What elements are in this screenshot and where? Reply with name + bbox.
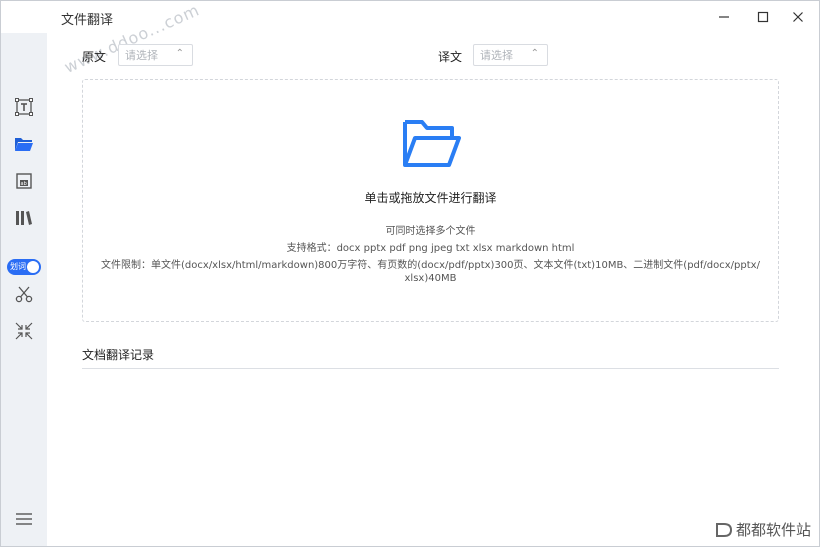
brand-text: 都都软件站 <box>735 521 811 539</box>
source-language-label: 原文 <box>82 50 107 64</box>
target-language-select[interactable]: 请选择 ⌃ <box>473 44 548 66</box>
maximize-button[interactable] <box>746 5 780 29</box>
sidebar-item-library[interactable] <box>12 206 36 230</box>
text-translate-icon <box>15 98 33 116</box>
drop-zone-title: 单击或拖放文件进行翻译 <box>364 191 497 205</box>
library-icon <box>16 211 32 225</box>
toggle-label: 划词 <box>10 262 26 271</box>
chevron-up-icon: ⌃ <box>175 48 184 59</box>
source-language-select[interactable]: 请选择 ⌃ <box>118 44 193 66</box>
sidebar-item-screenshot[interactable] <box>12 282 36 306</box>
brand-logo: 都都软件站 <box>715 519 811 540</box>
sidebar-item-text-translate[interactable] <box>12 95 36 119</box>
sidebar-menu-button[interactable] <box>12 507 36 531</box>
svg-text:ab: ab <box>21 181 27 187</box>
app-window: 文件翻译 ab 划词 www.ddoo...com 原文 请选择 ⌃ 译文 请选… <box>0 0 820 547</box>
drop-zone-hint-limits-cont: xlsx)40MB <box>404 273 457 284</box>
window-title: 文件翻译 <box>61 13 114 28</box>
minimize-button[interactable] <box>707 5 741 29</box>
menu-icon <box>16 513 32 525</box>
drop-zone-hint-formats: 支持格式：docx pptx pdf png jpeg txt xlsx mar… <box>286 243 575 254</box>
toggle-knob <box>27 261 39 273</box>
target-language-placeholder: 请选择 <box>480 49 513 62</box>
file-drop-zone[interactable]: 单击或拖放文件进行翻译 可同时选择多个文件 支持格式：docx pptx pdf… <box>82 79 779 322</box>
folder-icon <box>15 138 33 151</box>
sidebar: ab 划词 <box>1 33 47 546</box>
brand-d-icon <box>715 522 732 537</box>
sidebar-item-shrink[interactable] <box>12 319 36 343</box>
chevron-up-icon: ⌃ <box>530 48 539 59</box>
title-bar: 文件翻译 <box>1 1 819 33</box>
drop-zone-hint-multiple: 可同时选择多个文件 <box>385 226 476 237</box>
history-divider <box>82 368 779 369</box>
shrink-icon <box>15 322 33 340</box>
sidebar-item-file-translate[interactable] <box>12 132 36 156</box>
target-language-label: 译文 <box>438 50 463 64</box>
source-language-placeholder: 请选择 <box>125 49 158 62</box>
image-translate-icon: ab <box>16 173 32 189</box>
sidebar-item-image-translate[interactable]: ab <box>12 169 36 193</box>
drop-zone-hint-limits: 文件限制：单文件(docx/xlsx/html/markdown)800万字符、… <box>101 260 760 271</box>
maximize-icon <box>757 11 769 23</box>
close-button[interactable] <box>781 5 815 29</box>
word-select-toggle[interactable]: 划词 <box>7 259 41 275</box>
large-folder-icon <box>403 120 461 167</box>
minimize-icon <box>719 16 729 18</box>
scissors-icon <box>15 286 33 303</box>
history-title: 文档翻译记录 <box>82 348 155 362</box>
close-icon <box>793 12 803 22</box>
